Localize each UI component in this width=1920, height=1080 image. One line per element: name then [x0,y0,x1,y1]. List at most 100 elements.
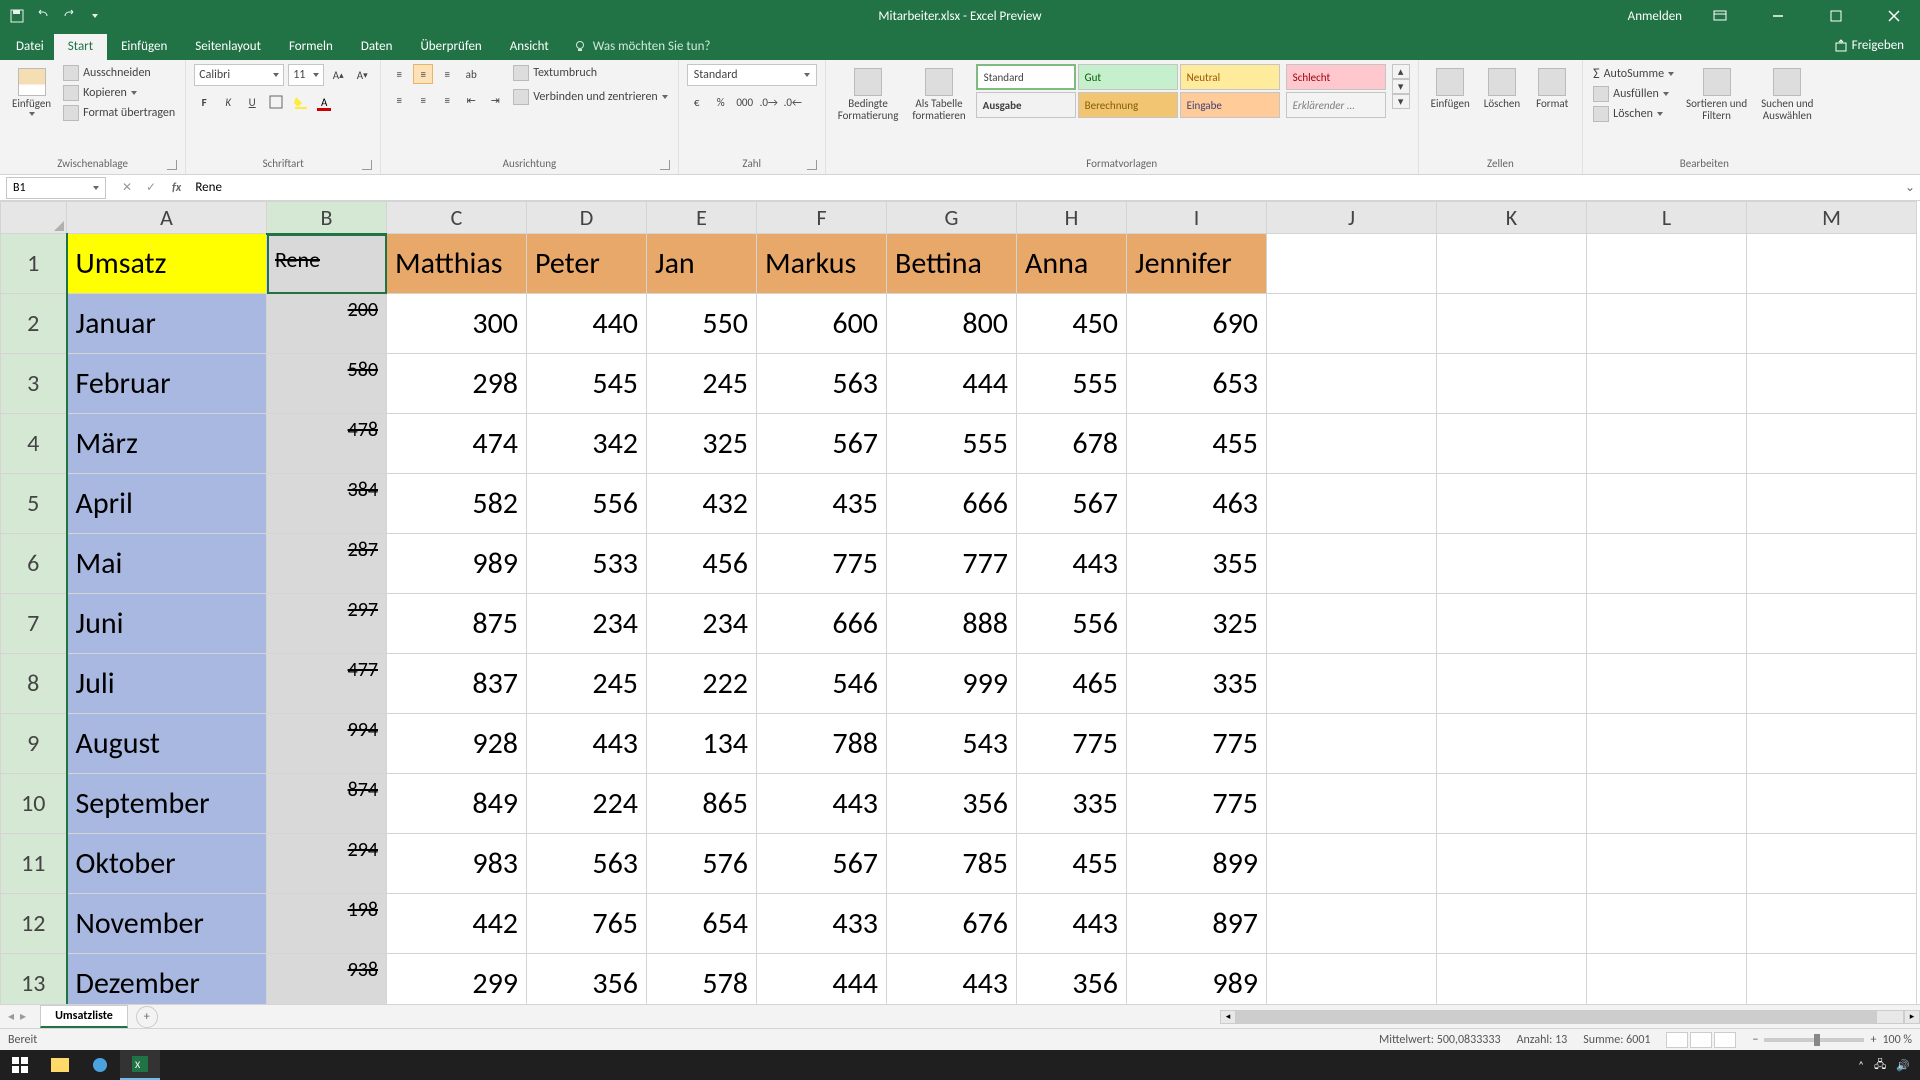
sheet-nav-first-icon[interactable]: ◂ [8,1009,14,1024]
autosum-button[interactable]: ΣAutoSumme [1591,64,1676,83]
paste-button[interactable]: Einfügen [8,64,55,120]
cell-M7[interactable] [1747,594,1917,654]
increase-font-icon[interactable]: A▴ [328,65,348,85]
tray-volume-icon[interactable]: 🔊 [1896,1059,1910,1072]
cell-J8[interactable] [1267,654,1437,714]
column-header-C[interactable]: C [387,202,527,234]
cell-A5[interactable]: April [67,474,267,534]
tab-pagelayout[interactable]: Seitenlayout [181,34,275,60]
align-center-icon[interactable]: ≡ [413,90,433,110]
column-header-D[interactable]: D [527,202,647,234]
cell-C4[interactable]: 474 [387,414,527,474]
cell-E2[interactable]: 550 [647,294,757,354]
italic-button[interactable]: K [218,92,238,112]
cell-M5[interactable] [1747,474,1917,534]
tab-view[interactable]: Ansicht [496,34,563,60]
underline-button[interactable]: U [242,92,262,112]
style-neutral[interactable]: Neutral [1180,64,1280,90]
cell-I3[interactable]: 653 [1127,354,1267,414]
cell-C9[interactable]: 928 [387,714,527,774]
cell-E13[interactable]: 578 [647,954,757,1005]
cell-L7[interactable] [1587,594,1747,654]
copy-button[interactable]: Kopieren [61,84,177,102]
cell-E1[interactable]: Jan [647,234,757,294]
cell-M12[interactable] [1747,894,1917,954]
expand-formula-bar-icon[interactable]: ⌄ [1900,180,1920,195]
format-as-table-button[interactable]: Als Tabelle formatieren [908,64,969,126]
number-format-select[interactable]: Standard [687,64,817,86]
cell-I6[interactable]: 355 [1127,534,1267,594]
share-button[interactable]: Freigeben [1824,35,1914,56]
cell-B1[interactable]: Rene [267,234,387,294]
cell-L6[interactable] [1587,534,1747,594]
column-header-A[interactable]: A [67,202,267,234]
bold-button[interactable]: F [194,92,214,112]
sheet-tab-umsatzliste[interactable]: Umsatzliste [40,1005,128,1028]
column-header-B[interactable]: B [267,202,387,234]
tab-insert[interactable]: Einfügen [107,34,181,60]
cell-I2[interactable]: 690 [1127,294,1267,354]
undo-icon[interactable] [34,7,52,25]
cell-C2[interactable]: 300 [387,294,527,354]
percent-format-icon[interactable]: % [711,92,731,112]
cell-G8[interactable]: 999 [887,654,1017,714]
row-header-2[interactable]: 2 [1,294,67,354]
cut-button[interactable]: Ausschneiden [61,64,177,82]
increase-indent-icon[interactable]: ⇥ [485,90,505,110]
cell-M8[interactable] [1747,654,1917,714]
zoom-control[interactable]: − + 100 % [1752,1033,1912,1047]
cell-M4[interactable] [1747,414,1917,474]
decrease-font-icon[interactable]: A▾ [352,65,372,85]
cell-E5[interactable]: 432 [647,474,757,534]
cell-A2[interactable]: Januar [67,294,267,354]
cell-J11[interactable] [1267,834,1437,894]
merge-center-button[interactable]: Verbinden und zentrieren [511,88,670,106]
row-header-3[interactable]: 3 [1,354,67,414]
zoom-out-icon[interactable]: − [1752,1033,1758,1047]
cell-C6[interactable]: 989 [387,534,527,594]
cell-M11[interactable] [1747,834,1917,894]
cell-I9[interactable]: 775 [1127,714,1267,774]
row-header-7[interactable]: 7 [1,594,67,654]
cell-D9[interactable]: 443 [527,714,647,774]
cell-E12[interactable]: 654 [647,894,757,954]
row-header-8[interactable]: 8 [1,654,67,714]
cell-M2[interactable] [1747,294,1917,354]
cell-F2[interactable]: 600 [757,294,887,354]
cell-D7[interactable]: 234 [527,594,647,654]
tab-start[interactable]: Start [54,34,107,60]
cell-L2[interactable] [1587,294,1747,354]
column-header-L[interactable]: L [1587,202,1747,234]
align-top-icon[interactable]: ≡ [389,64,409,84]
font-size-select[interactable]: 11 [288,64,324,86]
increase-decimal-icon[interactable]: .0→ [759,92,779,112]
cell-F13[interactable]: 444 [757,954,887,1005]
cell-B8[interactable]: 477 [267,654,387,714]
zoom-in-icon[interactable]: + [1870,1033,1876,1047]
row-header-9[interactable]: 9 [1,714,67,774]
cell-H3[interactable]: 555 [1017,354,1127,414]
cell-K5[interactable] [1437,474,1587,534]
cell-L4[interactable] [1587,414,1747,474]
spreadsheet-grid[interactable]: ABCDEFGHIJKLM1UmsatzReneMatthiasPeterJan… [0,201,1920,1004]
cell-F10[interactable]: 443 [757,774,887,834]
scroll-left-icon[interactable]: ◂ [1220,1010,1236,1024]
cell-I4[interactable]: 455 [1127,414,1267,474]
column-header-M[interactable]: M [1747,202,1917,234]
cell-E10[interactable]: 865 [647,774,757,834]
cell-F6[interactable]: 775 [757,534,887,594]
tab-file[interactable]: Datei [6,34,54,60]
format-painter-button[interactable]: Format übertragen [61,104,177,122]
edge-icon[interactable] [80,1050,120,1080]
cell-L1[interactable] [1587,234,1747,294]
cell-I11[interactable]: 899 [1127,834,1267,894]
redo-icon[interactable] [60,7,78,25]
cancel-formula-icon[interactable]: ✕ [116,180,138,195]
align-middle-icon[interactable]: ≡ [413,64,433,84]
tab-data[interactable]: Daten [347,34,407,60]
cell-K11[interactable] [1437,834,1587,894]
cell-J4[interactable] [1267,414,1437,474]
dialog-launcher-icon[interactable] [362,160,372,170]
style-gallery-scroll[interactable]: ▴▾▾ [1392,64,1410,109]
accounting-format-icon[interactable]: € [687,92,707,112]
